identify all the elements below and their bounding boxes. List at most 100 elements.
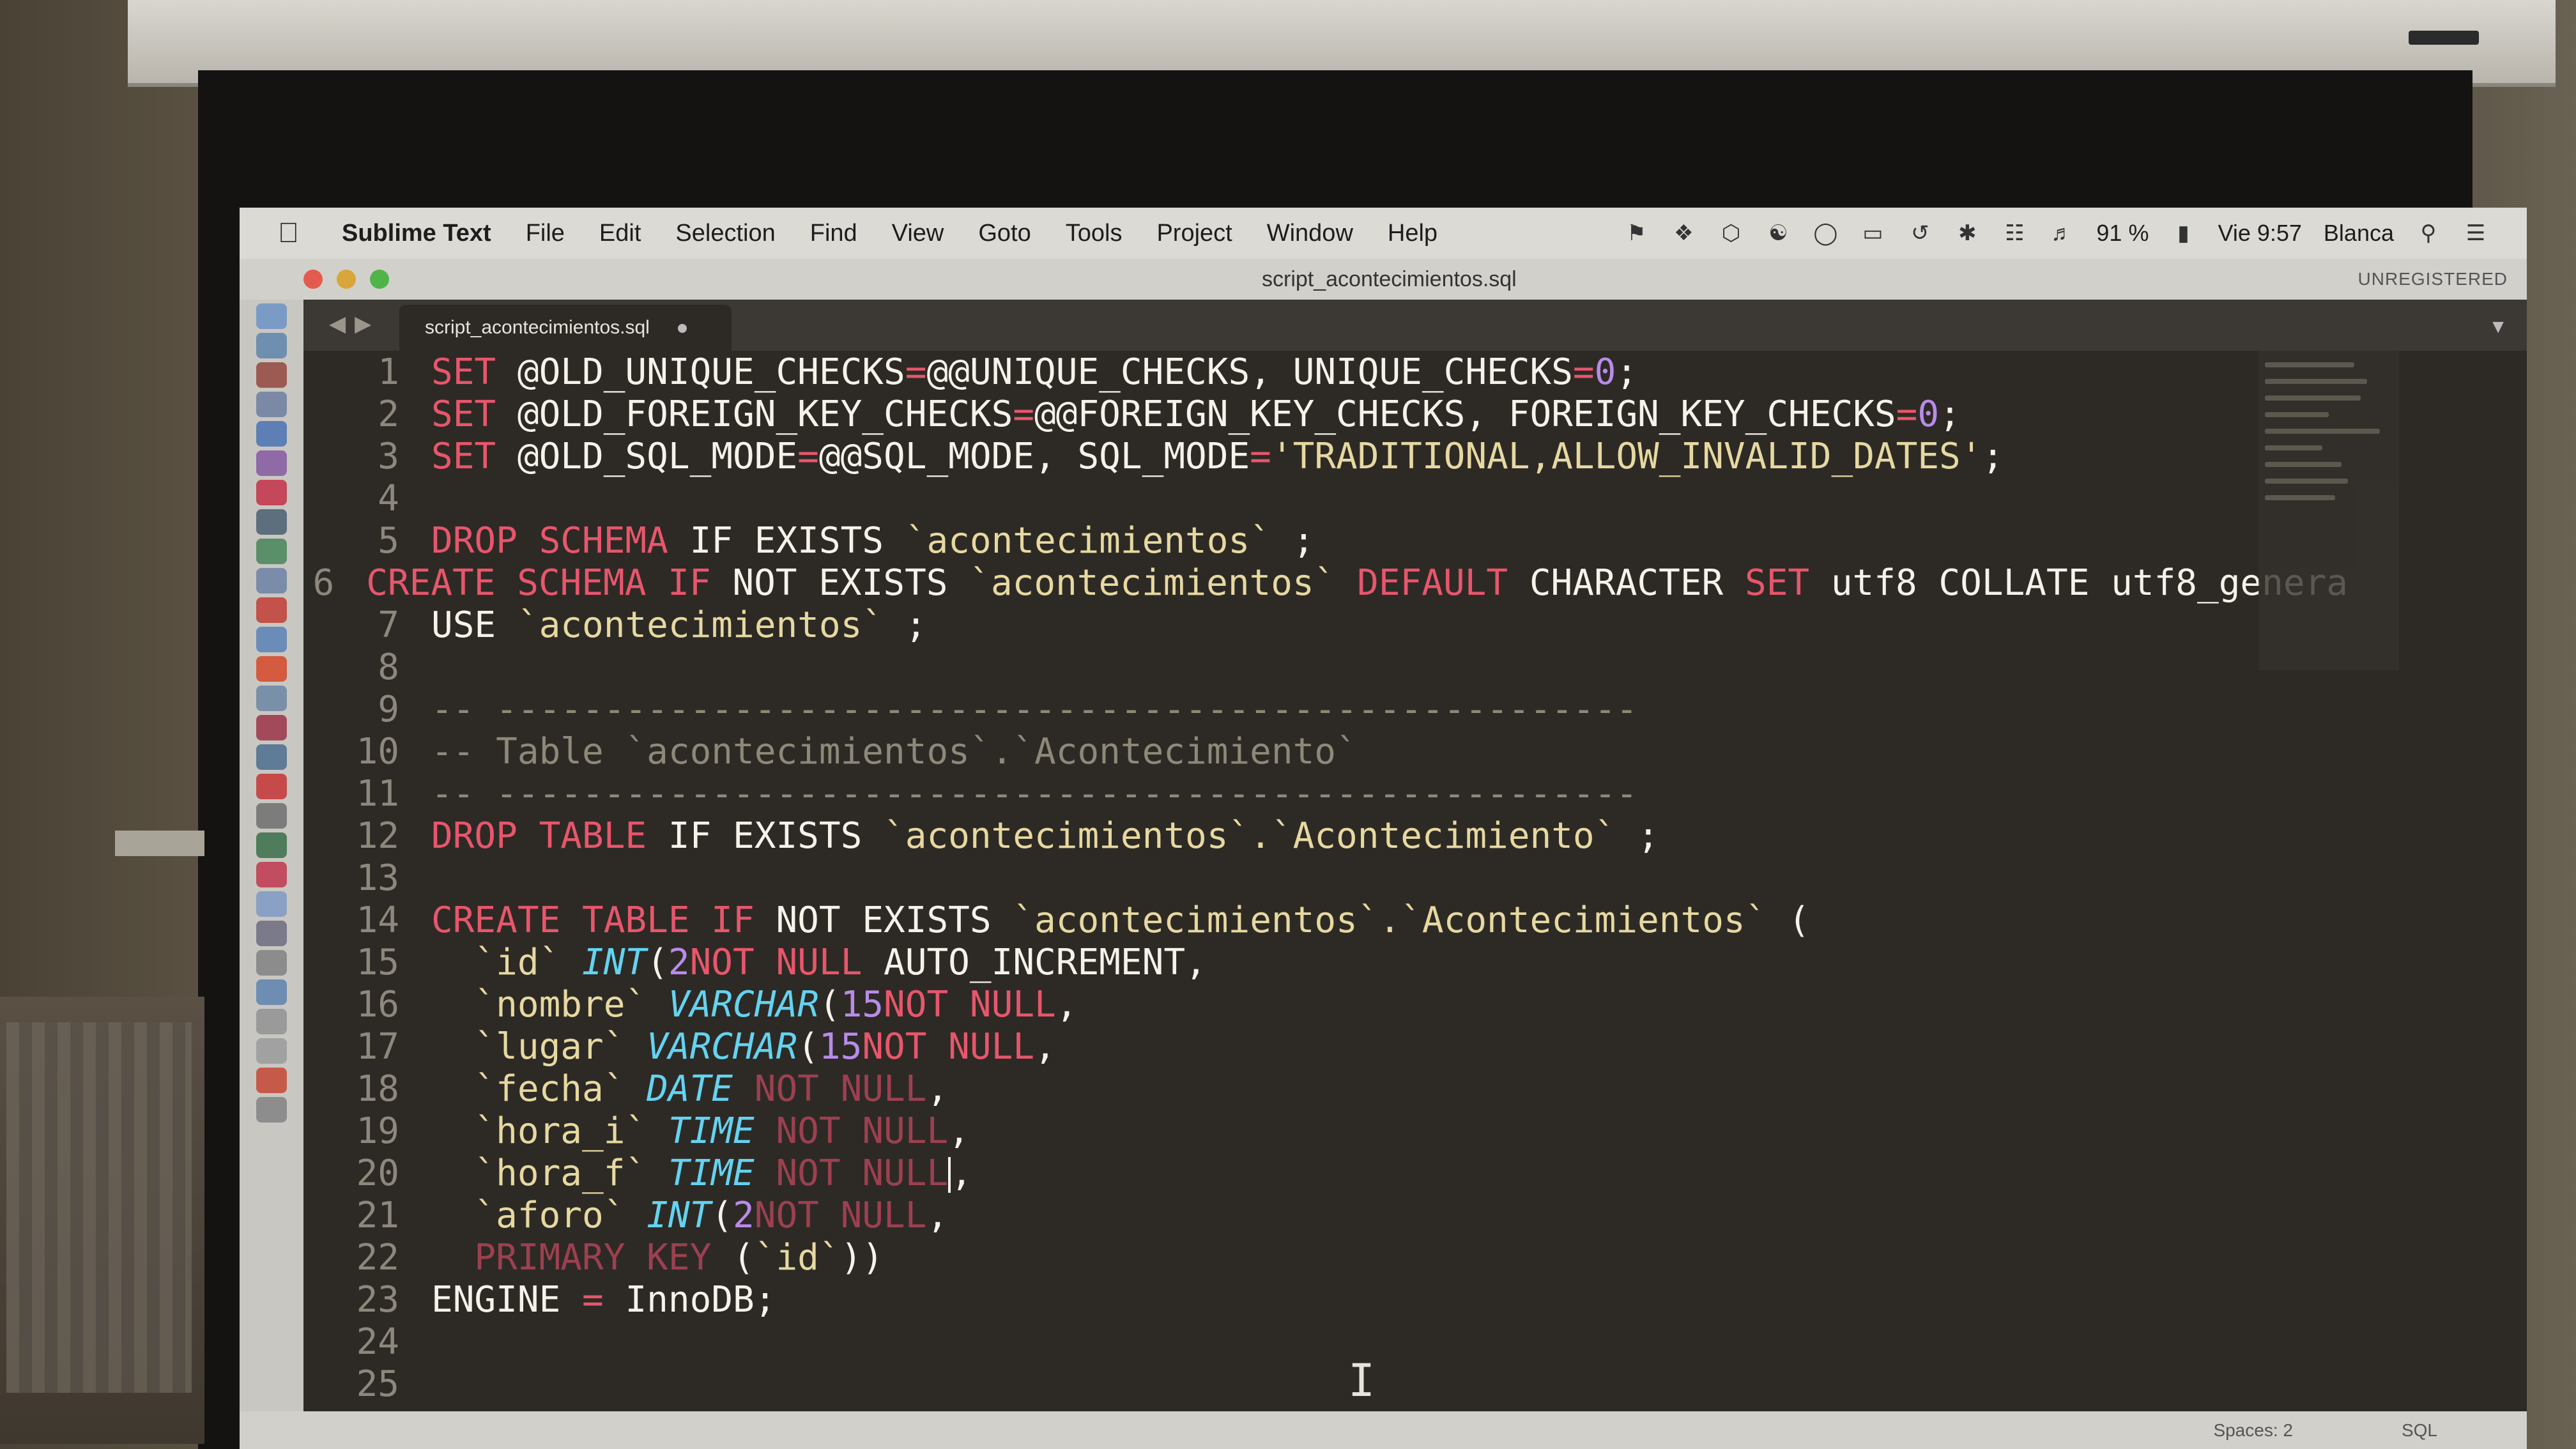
code-line[interactable]: 20 `hora_f` TIME NOT NULL, [303,1152,2348,1194]
code-line[interactable]: 19 `hora_i` TIME NOT NULL, [303,1110,2348,1152]
dock-app-icon[interactable] [256,686,287,711]
code-line[interactable]: 24 [303,1321,2348,1363]
dock-app-icon[interactable] [256,744,287,770]
line-content[interactable]: `hora_f` TIME NOT NULL, [431,1153,972,1194]
dock-app-icon[interactable] [256,832,287,858]
dock-app-icon[interactable] [256,862,287,887]
tab-nav-arrows-icon[interactable]: ◀▶ [329,311,380,337]
apple-icon[interactable]:  [278,219,303,247]
dock-app-icon[interactable] [256,803,287,829]
line-content[interactable]: `aforo` INT(2NOT NULL, [431,1195,948,1236]
line-content[interactable]: `nombre` VARCHAR(15NOT NULL, [431,984,1077,1025]
dock-app-icon[interactable] [256,627,287,652]
wifi-icon[interactable]: ☷ [2002,220,2027,246]
menu-find[interactable]: Find [810,220,857,247]
tab-script[interactable]: script_acontecimientos.sql [399,305,732,351]
code-line[interactable]: 14 CREATE TABLE IF NOT EXISTS `acontecimi… [303,899,2348,941]
code-line[interactable]: 12 DROP TABLE IF EXISTS `acontecimientos`… [303,815,2348,857]
dock-app-icon[interactable] [256,1068,287,1093]
line-content[interactable]: -- -------------------------------------… [431,773,1637,815]
code-line[interactable]: 17 `lugar` VARCHAR(15NOT NULL, [303,1025,2348,1068]
line-content[interactable]: `lugar` VARCHAR(15NOT NULL, [431,1026,1055,1068]
code-line[interactable]: 11 -- -----------------------------------… [303,772,2348,815]
bluetooth-icon[interactable]: ✱ [1954,220,1980,246]
code-line[interactable]: 23 ENGINE = InnoDB; [303,1278,2348,1321]
code-line[interactable]: 21 `aforo` INT(2NOT NULL, [303,1194,2348,1236]
line-content[interactable]: DROP SCHEMA IF EXISTS `acontecimientos` … [431,520,1314,562]
dropbox-icon[interactable]: ❖ [1671,220,1696,246]
close-button[interactable] [303,270,323,289]
evernote-icon[interactable]: ☯ [1765,220,1791,246]
code-line[interactable]: 8 [303,646,2348,688]
dock-app-icon[interactable] [256,362,287,388]
code-line[interactable]: 16 `nombre` VARCHAR(15NOT NULL, [303,983,2348,1025]
line-content[interactable]: `hora_i` TIME NOT NULL, [431,1110,969,1152]
menu-view[interactable]: View [892,220,944,247]
code-line[interactable]: 25 [303,1363,2348,1405]
dock-app-icon[interactable] [256,450,287,476]
dock-app-icon[interactable] [256,715,287,740]
line-content[interactable]: SET @OLD_FOREIGN_KEY_CHECKS=@@FOREIGN_KE… [431,394,1961,435]
dock-app-icon[interactable] [256,333,287,358]
code-area[interactable]: 1 SET @OLD_UNIQUE_CHECKS=@@UNIQUE_CHECKS,… [303,351,2348,1405]
search-icon[interactable]: ⚲ [2416,220,2441,246]
line-content[interactable]: USE `acontecimientos` ; [431,604,926,646]
dock-app-icon[interactable] [256,891,287,917]
dock-app-icon[interactable] [256,921,287,946]
airplay-icon[interactable]: ▭ [1860,220,1885,246]
dock-app-icon[interactable] [256,303,287,329]
dock-app-icon[interactable] [256,421,287,447]
code-line[interactable]: 6 CREATE SCHEMA IF NOT EXISTS `acontecimi… [303,562,2348,604]
dock-app-icon[interactable] [256,539,287,564]
line-content[interactable]: PRIMARY KEY (`id`)) [431,1237,884,1278]
dock-app-icon[interactable] [256,568,287,594]
clock[interactable]: Vie 9:57 [2218,220,2301,247]
line-content[interactable]: -- Table `acontecimientos`.`Acontecimien… [431,731,1358,772]
code-line[interactable]: 15 `id` INT(2NOT NULL AUTO_INCREMENT, [303,941,2348,983]
code-line[interactable]: 2 SET @OLD_FOREIGN_KEY_CHECKS=@@FOREIGN_K… [303,393,2348,435]
dock-app-icon[interactable] [256,597,287,623]
code-line[interactable]: 9 -- ------------------------------------… [303,688,2348,730]
dock-app-icon[interactable] [256,979,287,1005]
dock-app-icon[interactable] [256,392,287,417]
code-line[interactable]: 4 [303,477,2348,519]
line-content[interactable]: SET @OLD_SQL_MODE=@@SQL_MODE, SQL_MODE='… [431,436,2004,477]
menu-goto[interactable]: Goto [978,220,1031,247]
menu-file[interactable]: File [526,220,565,247]
line-content[interactable]: CREATE TABLE IF NOT EXISTS `acontecimien… [431,900,1810,941]
box-icon[interactable]: ⬡ [1718,220,1744,246]
dock-app-icon[interactable] [256,509,287,535]
minimize-button[interactable] [337,270,356,289]
line-content[interactable]: -- -------------------------------------… [431,689,1637,730]
user-name[interactable]: Blanca [2324,220,2394,247]
code-editor[interactable]: 1 SET @OLD_UNIQUE_CHECKS=@@UNIQUE_CHECKS,… [303,351,2527,1411]
dock-app-icon[interactable] [256,1009,287,1034]
syntax-selector[interactable]: SQL [2402,1411,2437,1449]
code-line[interactable]: 10 -- Table `acontecimientos`.`Acontecimi… [303,730,2348,772]
timemachine-icon[interactable]: ◯ [1813,220,1838,246]
indentation-setting[interactable]: Spaces: 2 [2213,1411,2293,1449]
menu-window[interactable]: Window [1267,220,1353,247]
menu-app-name[interactable]: Sublime Text [342,220,491,247]
menu-selection[interactable]: Selection [675,220,775,247]
volume-icon[interactable]: ♬ [2049,220,2074,246]
code-line[interactable]: 18 `fecha` DATE NOT NULL, [303,1068,2348,1110]
dock-app-icon[interactable] [256,656,287,682]
line-content[interactable]: DROP TABLE IF EXISTS `acontecimientos`.`… [431,815,1659,857]
code-line[interactable]: 13 [303,857,2348,899]
unsaved-dot-icon[interactable] [678,324,687,334]
line-content[interactable]: ENGINE = InnoDB; [431,1279,776,1321]
dock-app-icon[interactable] [256,774,287,799]
flag-icon[interactable]: ⚑ [1623,220,1649,246]
menu-tools[interactable]: Tools [1066,220,1123,247]
list-icon[interactable]: ☰ [2463,220,2488,246]
line-content[interactable]: `id` INT(2NOT NULL AUTO_INCREMENT, [431,942,1206,983]
code-line[interactable]: 5 DROP SCHEMA IF EXISTS `acontecimientos`… [303,519,2348,562]
dock-app-icon[interactable] [256,950,287,976]
code-line[interactable]: 22 PRIMARY KEY (`id`)) [303,1236,2348,1278]
dock-app-icon[interactable] [256,480,287,505]
line-content[interactable]: `fecha` DATE NOT NULL, [431,1068,948,1110]
line-content[interactable]: CREATE SCHEMA IF NOT EXISTS `acontecimie… [366,562,2348,604]
code-line[interactable]: 7 USE `acontecimientos` ; [303,604,2348,646]
battery-icon[interactable]: ▮ [2170,220,2196,246]
